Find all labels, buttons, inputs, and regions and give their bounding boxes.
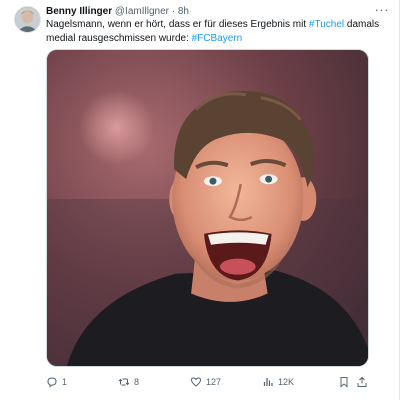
separator-dot: · [171,6,176,17]
reply-icon [47,377,57,388]
repost-icon [118,378,130,386]
action-bar: 1 8 127 12K [46,374,369,390]
like-count: 127 [206,377,222,387]
share-icon [357,376,367,387]
hashtag-tuchel[interactable]: #Tuchel [309,19,344,30]
tweet-header: Benny Illinger @IamIllgner · 8h [46,6,389,18]
views-count: 12K [278,377,295,387]
share-button[interactable] [356,374,368,390]
avatar-image [15,7,40,32]
tweet-media-photo[interactable] [46,49,369,367]
views-button[interactable]: 12K [262,374,294,390]
reply-button[interactable]: 1 [46,374,67,390]
repost-button[interactable]: 8 [118,374,139,390]
hashtag-fcbayern[interactable]: #FCBayern [192,33,243,44]
tweet-text: Nagelsmann, wenn er hört, dass er für di… [46,18,385,46]
more-icon[interactable]: ··· [375,2,390,17]
like-button[interactable]: 127 [190,374,221,390]
views-icon [263,378,273,386]
photo-image [47,50,368,366]
like-icon [190,377,202,387]
reply-count: 1 [62,377,68,387]
author-name[interactable]: Benny Illinger [46,6,112,17]
bookmark-button[interactable] [338,374,350,390]
tweet-text-part: Nagelsmann, wenn er hört, dass er für di… [46,19,309,30]
bookmark-icon [340,377,348,388]
repost-count: 8 [134,377,140,387]
post-time[interactable]: 8h [178,6,189,17]
avatar[interactable] [14,6,41,33]
tweet-card[interactable]: Benny Illinger @IamIllgner · 8h ··· Nage… [0,0,400,400]
author-handle[interactable]: @IamIllgner [115,6,169,17]
